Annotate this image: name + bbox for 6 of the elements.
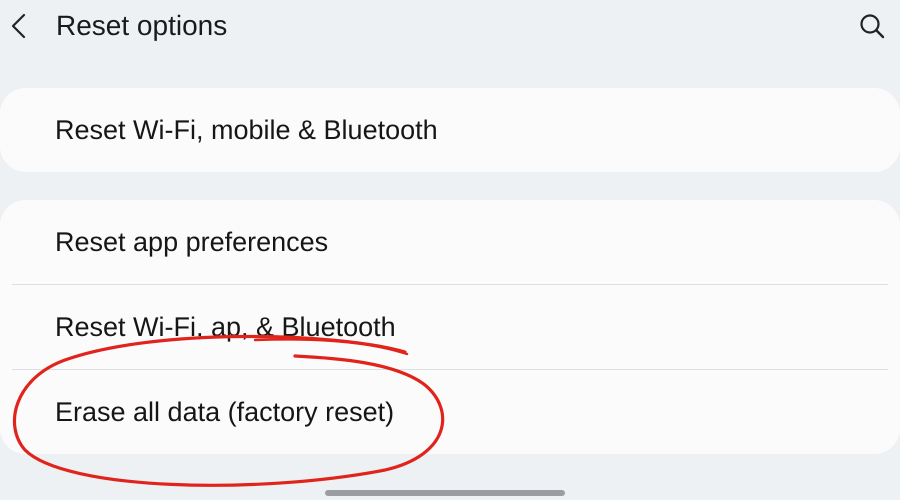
back-icon[interactable] — [10, 13, 26, 39]
settings-item[interactable]: Reset app preferences — [55, 226, 328, 258]
search-icon[interactable] — [859, 13, 885, 39]
settings-item[interactable]: Erase all data (factory reset) — [55, 396, 394, 428]
settings-item[interactable]: Reset Wi-Fi, mobile & Bluetooth — [55, 114, 438, 146]
page-title: Reset options — [56, 10, 228, 42]
